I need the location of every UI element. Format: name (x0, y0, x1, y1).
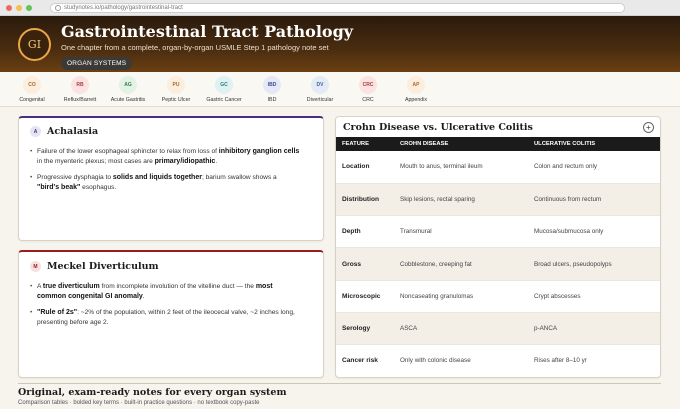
chapter-header: GI Gastrointestinal Tract Pathology One … (0, 16, 680, 72)
topic-icon: CO (23, 76, 41, 94)
table-row: Gross Cobblestone, creeping fat Broad ulce… (336, 247, 660, 281)
topic-nav-item[interactable]: AP Appendix (392, 72, 440, 106)
comparison-card: Crohn Disease vs. Ulcerative Colitis + F… (335, 116, 661, 378)
footer-title: Original, exam-ready notes for every org… (18, 387, 287, 398)
meckel-title: M Meckel Diverticulum (30, 261, 323, 272)
topic-icon: AG (119, 76, 137, 94)
topic-label: Peptic Ulcer (161, 97, 191, 103)
topic-label: Appendix (404, 97, 428, 103)
feature-cell: Cancer risk (336, 344, 394, 377)
feature-cell: Gross (336, 247, 394, 281)
feature-cell: Distribution (336, 183, 394, 217)
achalasia-title: A Achalasia (30, 126, 323, 137)
topic-nav-item[interactable]: RB Reflux/Barrett (56, 72, 104, 106)
achalasia-title-text: Achalasia (47, 126, 99, 137)
topic-nav-item[interactable]: CRC CRC (344, 72, 392, 106)
meckel-title-text: Meckel Diverticulum (47, 261, 159, 272)
footer-divider (18, 383, 661, 384)
feature-cell: Serology (336, 312, 394, 346)
topic-icon: GC (215, 76, 233, 94)
comparison-table: FEATURE CROHN DISEASE ULCERATIVE COLITIS L… (336, 137, 660, 377)
expand-icon[interactable]: + (643, 121, 654, 133)
browser-toolbar: studynotes.io/pathology/gastrointestinal… (0, 0, 680, 16)
topic-nav-item[interactable]: PU Peptic Ulcer (152, 72, 200, 106)
comparison-title: Crohn Disease vs. Ulcerative Colitis (343, 121, 533, 133)
topic-nav-item[interactable]: IBD IBD (248, 72, 296, 106)
address-bar[interactable]: studynotes.io/pathology/gastrointestinal… (50, 2, 625, 13)
topic-icon: DV (311, 76, 329, 94)
address-bar-text: studynotes.io/pathology/gastrointestinal… (64, 4, 183, 11)
topic-label: Acute Gastritis (110, 97, 146, 103)
site-info-icon[interactable] (55, 4, 61, 11)
table-cell: Cobblestone, creeping fat (394, 247, 528, 281)
list-item: A true diverticulum from incomplete invo… (30, 282, 300, 302)
achalasia-bullets: Failure of the lower esophageal sphincte… (30, 147, 300, 193)
meckel-card: M Meckel Diverticulum A true diverticulu… (18, 250, 324, 378)
topic-label: CRC (362, 97, 374, 103)
table-row: Microscopic Noncaseating granulomas Crypt … (336, 280, 660, 313)
table-cell: Broad ulcers, pseudopolyps (528, 247, 660, 281)
topic-label: Reflux/Barrett (63, 97, 97, 103)
column-header: FEATURE (336, 137, 394, 151)
topic-nav-item[interactable]: DV Diverticular (296, 72, 344, 106)
topic-label: Congenital (19, 97, 45, 103)
topic-icon: IBD (263, 76, 281, 94)
feature-cell: Depth (336, 215, 394, 249)
list-item: "Rule of 2s": ~2% of the population, wit… (30, 308, 300, 328)
close-window-button[interactable] (6, 4, 12, 11)
footer-subtitle: Comparison tables · bolded key terms · b… (18, 400, 260, 406)
table-row: Depth Transmural Mucosa/submucosa only (336, 215, 660, 249)
meckel-bullets: A true diverticulum from incomplete invo… (30, 282, 300, 328)
table-row: Cancer risk Only with colonic disease Rise… (336, 344, 660, 377)
table-cell: Skip lesions, rectal sparing (394, 183, 528, 217)
table-cell: Mouth to anus, terminal ileum (394, 151, 528, 184)
column-header: CROHN DISEASE (394, 137, 528, 151)
topic-icon: CRC (359, 76, 377, 94)
topic-label: Diverticular (306, 97, 334, 103)
table-row: Serology ASCA p-ANCA (336, 312, 660, 346)
topic-nav: CO Congenital RB Reflux/Barrett AG Acute Gast… (0, 72, 680, 107)
table-cell: Only with colonic disease (394, 344, 528, 377)
topic-nav-item[interactable]: AG Acute Gastritis (104, 72, 152, 106)
topic-icon: PU (167, 76, 185, 94)
page-subtitle: One chapter from a complete, organ-by-or… (61, 43, 329, 52)
topic-label: IBD (267, 97, 277, 103)
minimize-window-button[interactable] (16, 4, 22, 11)
feature-cell: Microscopic (336, 280, 394, 313)
column-header: ULCERATIVE COLITIS (528, 137, 660, 151)
table-cell: Continuous from rectum (528, 183, 660, 217)
table-cell: Noncaseating granulomas (394, 280, 528, 313)
topic-nav-item[interactable]: CO Congenital (8, 72, 56, 106)
topic-icon: AP (407, 76, 425, 94)
table-row: Distribution Skip lesions, rectal sparing… (336, 183, 660, 217)
feature-cell: Location (336, 151, 394, 184)
table-cell: Mucosa/submucosa only (528, 215, 660, 249)
table-cell: Rises after 8–10 yr (528, 344, 660, 377)
meckel-chip: M (30, 261, 41, 272)
table-header-row: FEATURE CROHN DISEASE ULCERATIVE COLITIS (336, 137, 660, 151)
chapter-badge: GI (18, 28, 51, 61)
table-cell: Crypt abscesses (528, 280, 660, 313)
table-row: Location Mouth to anus, terminal ileum Col… (336, 151, 660, 184)
organ-systems-pill[interactable]: ORGAN SYSTEMS (61, 57, 133, 70)
table-cell: Colon and rectum only (528, 151, 660, 184)
comparison-header: Crohn Disease vs. Ulcerative Colitis + (336, 117, 660, 137)
maximize-window-button[interactable] (26, 4, 32, 11)
table-cell: Transmural (394, 215, 528, 249)
topic-icon: RB (71, 76, 89, 94)
list-item: Failure of the lower esophageal sphincte… (30, 147, 300, 167)
page-title: Gastrointestinal Tract Pathology (61, 22, 354, 41)
table-cell: ASCA (394, 312, 528, 346)
topic-nav-item[interactable]: GC Gastric Cancer (200, 72, 248, 106)
topic-label: Gastric Cancer (206, 97, 242, 103)
table-cell: p-ANCA (528, 312, 660, 346)
list-item: Progressive dysphagia to solids and liqu… (30, 173, 300, 193)
achalasia-chip: A (30, 126, 41, 137)
achalasia-card: A Achalasia Failure of the lower esophag… (18, 116, 324, 241)
